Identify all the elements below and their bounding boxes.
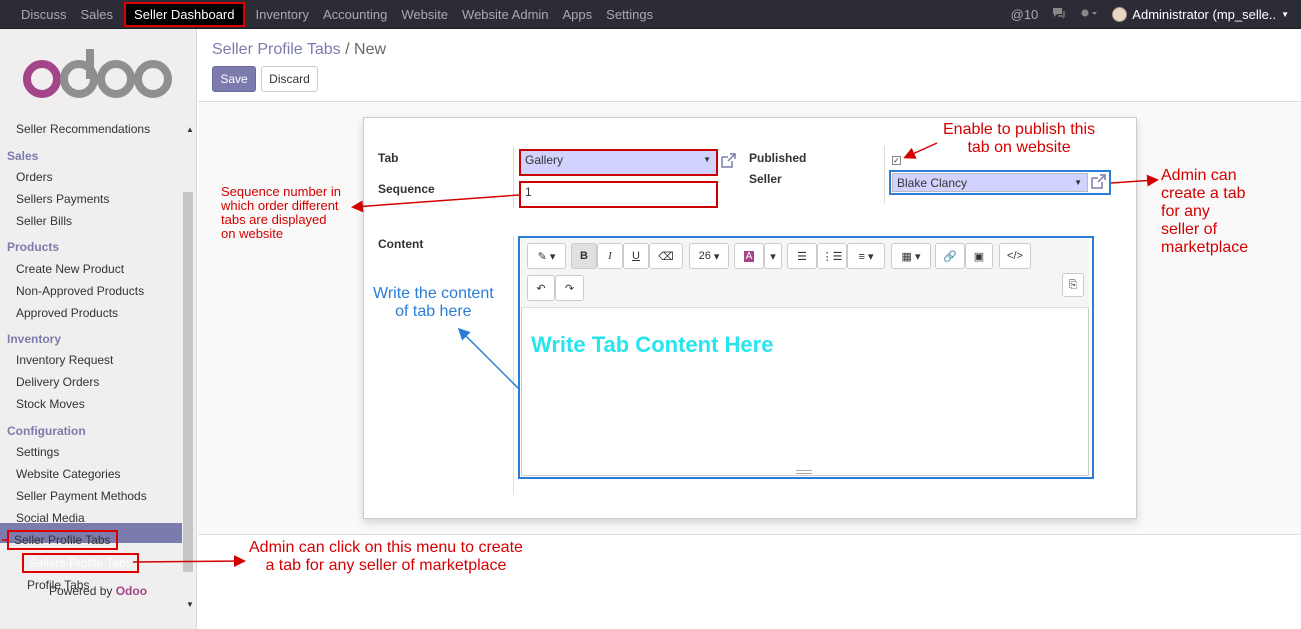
arrow-write-content (457, 327, 521, 391)
arrow-sequence (351, 194, 520, 213)
arrow-admin-tab (1110, 174, 1159, 187)
annotation-arrows (2, 142, 1159, 568)
arrow-publish (903, 142, 938, 159)
arrow-menu (132, 555, 246, 568)
